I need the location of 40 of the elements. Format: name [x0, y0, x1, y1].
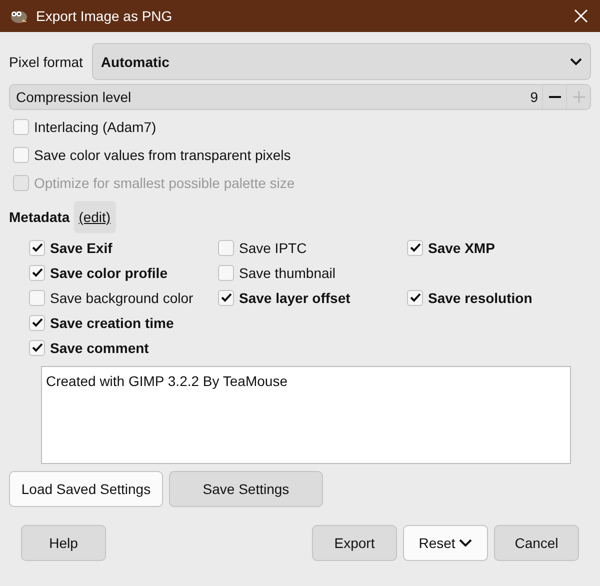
metadata-checkbox[interactable]: Save color profile [29, 260, 218, 285]
checkmark-icon [32, 243, 42, 252]
close-icon [574, 9, 588, 23]
checkmark-icon [32, 318, 42, 327]
metadata-checkbox[interactable]: Save IPTC [218, 235, 407, 260]
help-button[interactable]: Help [21, 525, 106, 561]
settings-button[interactable]: Save Settings [169, 471, 323, 507]
metadata-checkbox[interactable]: Save comment [29, 335, 218, 360]
metadata-checkbox[interactable]: Save layer offset [218, 285, 407, 310]
spin-value: 9 [530, 89, 538, 105]
spin-label: Compression level [16, 89, 132, 105]
metadata-checkbox[interactable]: Save resolution [407, 285, 591, 310]
section-title: Metadata [9, 209, 70, 225]
window-title: Export Image as PNG [36, 8, 174, 24]
metadata-checkbox[interactable]: Save XMP [407, 235, 591, 260]
checkmark-icon [32, 343, 42, 352]
action-button[interactable]: Cancel [494, 525, 579, 561]
metadata-checkbox[interactable]: Save thumbnail [218, 260, 407, 285]
app-icon [8, 8, 28, 24]
checkmark-icon [410, 293, 420, 302]
caret-icon [459, 539, 472, 547]
pixel-format-dropdown[interactable]: Automatic [92, 43, 591, 80]
metadata-checkbox[interactable]: Save background color [29, 285, 218, 310]
menu-button[interactable]: Reset [403, 525, 488, 561]
option-checkbox[interactable]: Save color values from transparent pixels [13, 142, 591, 167]
checkmark-icon [32, 268, 42, 277]
chevron-down-icon [570, 58, 582, 66]
plus-icon [572, 91, 584, 103]
compression-spin-scale[interactable]: Compression level 9 [9, 84, 591, 110]
metadata-checkbox[interactable]: Save Exif [29, 235, 218, 260]
field-label: Pixel format [9, 54, 83, 70]
settings-button[interactable]: Load Saved Settings [9, 471, 163, 507]
action-button[interactable]: Export [312, 525, 397, 561]
comment-field[interactable]: Created with GIMP 3.2.2 By TeaMouse [41, 366, 571, 464]
checkmark-icon [410, 243, 420, 252]
checkmark-icon [220, 293, 232, 302]
metadata-checkbox[interactable]: Save creation time [29, 310, 218, 335]
edit-link[interactable]: (edit) [74, 201, 116, 233]
option-checkbox[interactable]: Interlacing (Adam7) [13, 114, 591, 139]
minus-icon [548, 96, 560, 98]
